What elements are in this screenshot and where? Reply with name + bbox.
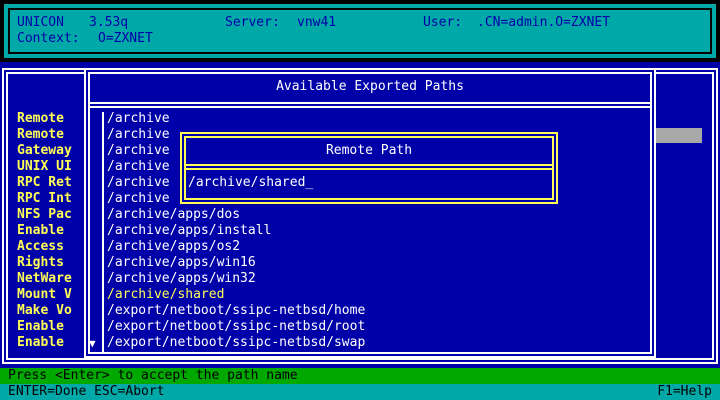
path-list-item[interactable]: /archive [107,143,170,159]
menu-highlight-block [656,128,702,143]
path-list-item[interactable]: /archive/apps/os2 [107,239,240,255]
help-key[interactable]: F1=Help [657,384,712,400]
menu-item[interactable]: NetWare [17,271,72,287]
path-list-item[interactable]: /archive [107,191,170,207]
path-list-item[interactable]: /archive/apps/win32 [107,271,256,287]
app-name: UNICON [17,15,64,30]
key-shortcuts: ENTER=Done ESC=Abort [8,384,165,399]
path-list-item[interactable]: /export/netboot/ssipc-netbsd/swap [107,335,365,351]
dialog-title-separator [88,102,652,108]
path-list-item[interactable]: /archive/shared [107,287,224,303]
app-version: 3.53q [89,15,129,30]
menu-item[interactable]: Remote [17,127,64,143]
menu-item[interactable]: NFS Pac [17,207,72,223]
path-list-item[interactable]: /export/netboot/ssipc-netbsd/home [107,303,365,319]
menu-item[interactable]: Mount V [17,287,72,303]
path-list-border [102,112,106,352]
menu-item[interactable]: Enable [17,223,64,239]
user-name: .CN=admin.O=ZXNET [477,15,611,30]
menu-item[interactable]: Rights [17,255,64,271]
server-name: vnw41 [297,15,337,30]
scroll-down-icon[interactable]: ▼ [89,336,96,352]
path-list-item[interactable]: /archive/apps/install [107,223,271,239]
status-message: Press <Enter> to accept the path name [8,368,298,383]
path-list-item[interactable]: /export/netboot/ssipc-netbsd/root [107,319,365,335]
remote-path-input[interactable]: /archive/shared_ [188,175,550,191]
server-label: Server: [225,15,280,30]
menu-item[interactable]: Make Vo [17,303,72,319]
path-list-item[interactable]: /archive [107,159,170,175]
menu-item[interactable]: UNIX UI [17,159,72,175]
path-list-item[interactable]: /archive [107,175,170,191]
popup-title: Remote Path [325,143,413,158]
menu-item[interactable]: Enable [17,335,64,351]
popup-title-separator [184,164,554,170]
menu-item[interactable]: Gateway [17,143,72,159]
menu-item[interactable]: RPC Ret [17,175,72,191]
menu-item[interactable]: Access [17,239,64,255]
path-list-item[interactable]: /archive [107,111,170,127]
menu-item[interactable]: RPC Int [17,191,72,207]
user-label: User: [423,15,463,30]
path-list-item[interactable]: /archive/apps/dos [107,207,240,223]
context-label: Context: [17,31,80,46]
context-value: O=ZXNET [98,31,153,46]
menu-item[interactable]: Enable [17,319,64,335]
dialog-title: Available Exported Paths [276,79,464,94]
path-list-item[interactable]: /archive/apps/win16 [107,255,256,271]
menu-item[interactable]: Remote [17,111,64,127]
path-list-item[interactable]: /archive [107,127,170,143]
